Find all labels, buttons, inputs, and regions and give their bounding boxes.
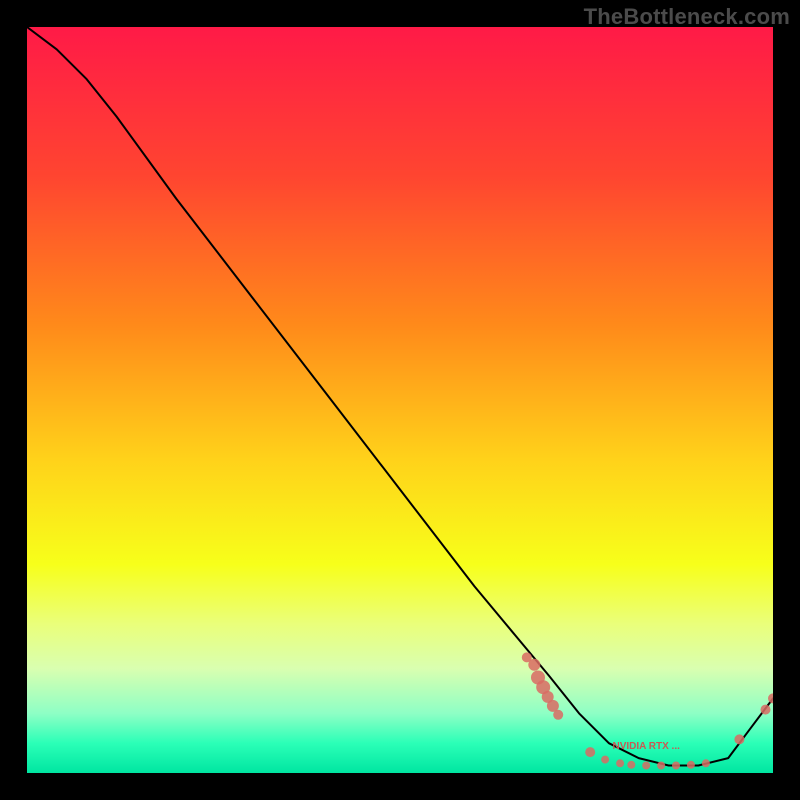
annotation-group: NVIDIA RTX ... [612, 741, 680, 752]
data-point [734, 734, 744, 744]
data-point [657, 762, 665, 770]
data-point [585, 747, 595, 757]
plot-area: NVIDIA RTX ... [27, 27, 773, 773]
data-point [761, 705, 771, 715]
data-point [672, 762, 680, 770]
data-point [627, 761, 635, 769]
plot-svg: NVIDIA RTX ... [27, 27, 773, 773]
data-point [553, 710, 563, 720]
gradient-background [27, 27, 773, 773]
series-label: NVIDIA RTX ... [612, 741, 680, 752]
watermark-text: TheBottleneck.com [584, 4, 790, 30]
chart-container: TheBottleneck.com NVIDIA RTX ... [0, 0, 800, 800]
data-point [616, 759, 624, 767]
data-point [642, 762, 650, 770]
data-point [702, 759, 710, 767]
data-point [601, 756, 609, 764]
data-point [528, 659, 540, 671]
data-point [687, 761, 695, 769]
